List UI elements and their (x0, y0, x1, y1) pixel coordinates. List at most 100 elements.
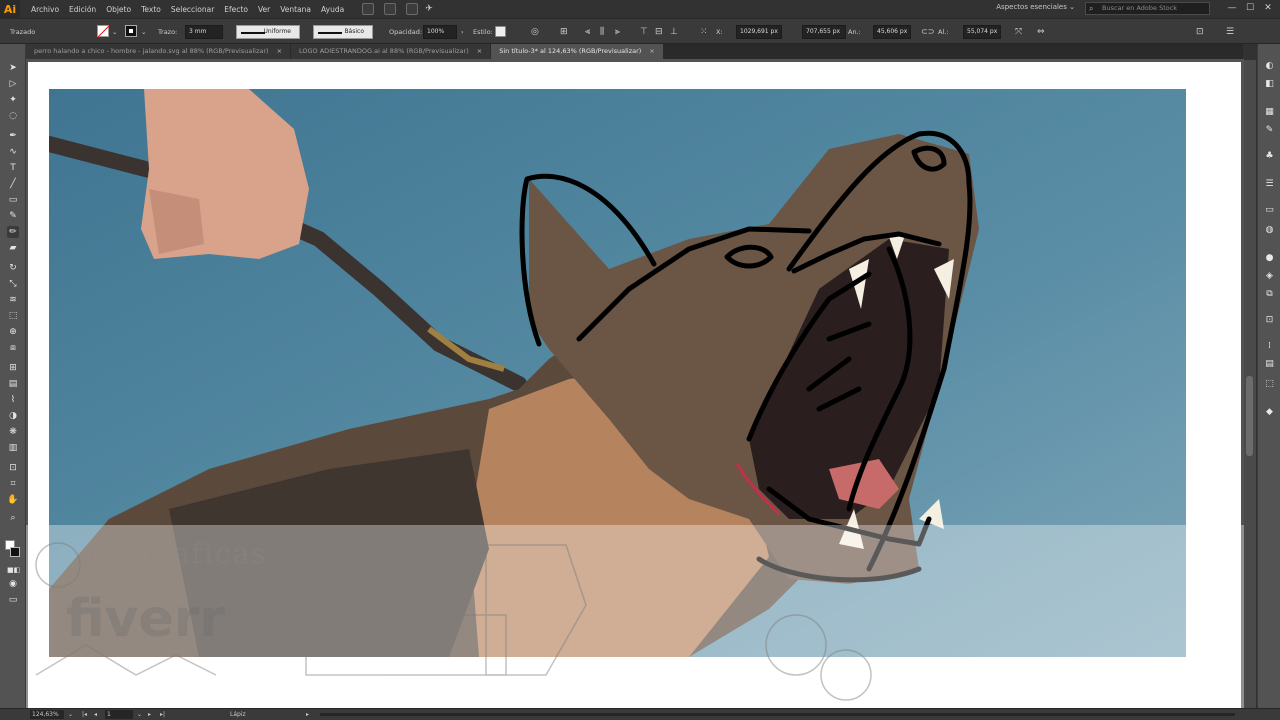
gradient-panel-icon[interactable]: ▭ (1263, 204, 1276, 217)
minimize-icon[interactable]: — (1224, 1, 1240, 15)
tab-sin-titulo-3[interactable]: Sin título-3* al 124,63% (RGB/Previsuali… (491, 44, 664, 59)
menu-edicion[interactable]: Edición (64, 5, 101, 14)
stroke-weight-field[interactable]: 3 mm (185, 25, 223, 39)
chevron-down-icon[interactable]: ⌄ (68, 710, 73, 719)
last-artboard-icon[interactable]: ▸| (160, 710, 165, 719)
tab-perro-halando[interactable]: perro halando a chico - hombre - jalando… (26, 44, 292, 59)
appearance-icon[interactable]: ● (1263, 252, 1276, 265)
graphic-style-swatch[interactable] (495, 26, 506, 37)
align-bottom-icon[interactable]: ⊥ (670, 25, 678, 39)
menu-efecto[interactable]: Efecto (219, 5, 253, 14)
opacity-field[interactable]: 100% (423, 25, 457, 39)
align-vcenter-icon[interactable]: ⊟ (655, 25, 663, 39)
variable-width-profile[interactable]: Uniforme (236, 25, 300, 39)
chevron-down-icon[interactable]: ⌄ (141, 25, 146, 39)
stock-icon[interactable] (384, 3, 397, 15)
artboard-number[interactable]: 1 (105, 710, 133, 719)
y-field[interactable]: 707,655 px (802, 25, 846, 39)
stroke-swatch[interactable] (125, 25, 137, 37)
menu-archivo[interactable]: Archivo (26, 5, 64, 14)
pathfinder-icon[interactable]: ▤ (1263, 358, 1276, 371)
gpu-performance-icon[interactable]: ✈ (425, 4, 433, 14)
isolate-icon[interactable]: ⇔ (1037, 25, 1045, 39)
fill-swatch[interactable] (97, 25, 109, 37)
chevron-right-icon[interactable]: › (461, 25, 464, 39)
panel-menu-icon[interactable]: ☰ (1226, 25, 1234, 39)
color-icon[interactable]: ◐ (1263, 60, 1276, 73)
symbol-sprayer-icon[interactable]: ❋ (7, 426, 19, 438)
tab-logo-adiestrandog[interactable]: LOGO ADIESTRANDOG.ai al 88% (RGB/Previsu… (291, 44, 492, 59)
swatches-icon[interactable]: ▦ (1263, 106, 1276, 119)
chevron-down-icon[interactable]: ⌄ (112, 25, 117, 39)
color-mode-icon[interactable]: ■◧ (7, 564, 20, 576)
close-tab-icon[interactable]: × (477, 47, 482, 55)
align-top-icon[interactable]: ⊤ (640, 25, 648, 39)
line-icon[interactable]: ╱ (7, 178, 19, 190)
free-transform-icon[interactable]: ⬚ (7, 310, 19, 322)
draw-mode-icon[interactable]: ◉ (7, 578, 19, 590)
chevron-right-icon[interactable]: ▸ (306, 710, 309, 719)
type-icon[interactable]: T (7, 162, 19, 174)
canvas-area[interactable]: tusgraficas fiverr (26, 59, 1244, 708)
lasso-icon[interactable]: ◌ (7, 110, 19, 122)
maximize-icon[interactable]: ☐ (1242, 1, 1258, 15)
height-field[interactable]: 55,074 px (963, 25, 1001, 39)
workspace-switcher[interactable]: Aspectos esenciales ⌄ (996, 3, 1075, 11)
transparency-icon[interactable]: ◍ (1263, 224, 1276, 237)
libraries-icon[interactable]: ◆ (1263, 406, 1276, 419)
pen-icon[interactable]: ✒ (7, 130, 19, 142)
menu-seleccionar[interactable]: Seleccionar (166, 5, 219, 14)
align-hcenter-icon[interactable]: ⫼ (600, 25, 604, 39)
artboard-icon[interactable]: ⊡ (7, 462, 19, 474)
scale-icon[interactable]: ⤡ (7, 278, 19, 290)
first-artboard-icon[interactable]: |◂ (82, 710, 87, 719)
pencil-icon[interactable]: ✏ (7, 226, 19, 238)
scrollbar-thumb[interactable] (1246, 376, 1253, 456)
horizontal-scrollbar[interactable] (320, 713, 1235, 716)
curvature-icon[interactable]: ∿ (7, 146, 19, 158)
close-tab-icon[interactable]: × (649, 47, 654, 55)
gradient-icon[interactable]: ▤ (7, 378, 19, 390)
menu-objeto[interactable]: Objeto (101, 5, 136, 14)
menu-ayuda[interactable]: Ayuda (316, 5, 349, 14)
slice-icon[interactable]: ⌗ (7, 478, 19, 490)
menu-ver[interactable]: Ver (253, 5, 275, 14)
eyedropper-icon[interactable]: ⌇ (7, 394, 19, 406)
brush-definition[interactable]: Básico (313, 25, 373, 39)
rotate-icon[interactable]: ↻ (7, 262, 19, 274)
prev-artboard-icon[interactable]: ◂ (94, 710, 97, 719)
stroke-icon[interactable]: ☰ (1263, 178, 1276, 191)
arrange-icon[interactable]: ⊡ (1196, 25, 1204, 39)
graph-icon[interactable]: ▥ (7, 442, 19, 454)
hand-icon[interactable]: ✋ (7, 494, 19, 506)
transform-icon[interactable]: ⤧ (1015, 25, 1022, 39)
reference-point-icon[interactable]: ⁙ (700, 25, 708, 39)
bridge-icon[interactable] (362, 3, 375, 15)
perspective-icon[interactable]: ⧈ (7, 342, 19, 354)
blend-icon[interactable]: ◑ (7, 410, 19, 422)
color-guide-icon[interactable]: ◧ (1263, 78, 1276, 91)
rectangle-icon[interactable]: ▭ (7, 194, 19, 206)
align-right-icon[interactable]: ⫸ (615, 25, 620, 39)
menu-texto[interactable]: Texto (136, 5, 166, 14)
close-tab-icon[interactable]: × (277, 47, 282, 55)
eraser-icon[interactable]: ▰ (7, 242, 19, 254)
symbols-icon[interactable]: ♣ (1263, 150, 1276, 163)
x-field[interactable]: 1029,691 px (736, 25, 782, 39)
magic-wand-icon[interactable]: ✦ (7, 94, 19, 106)
zoom-level[interactable]: 124,63% (30, 710, 64, 719)
brushes-icon[interactable]: ✎ (1263, 124, 1276, 137)
warp-icon[interactable]: ≋ (7, 294, 19, 306)
layers-icon[interactable]: ⧉ (1263, 288, 1276, 301)
direct-selection-icon[interactable]: ▷ (7, 78, 19, 90)
close-icon[interactable]: ✕ (1260, 1, 1276, 15)
mesh-icon[interactable]: ⊞ (7, 362, 19, 374)
artboards-icon[interactable]: ⊡ (1263, 314, 1276, 327)
width-field[interactable]: 45,606 px (873, 25, 911, 39)
chevron-down-icon[interactable]: ⌄ (137, 710, 142, 719)
transform-icon[interactable]: ⬚ (1263, 378, 1276, 391)
align-icon[interactable]: ⊞ (560, 25, 568, 39)
stock-search-input[interactable]: ⌕ Buscar en Adobe Stock (1085, 2, 1210, 15)
menu-ventana[interactable]: Ventana (275, 5, 316, 14)
selection-icon[interactable]: ➤ (7, 62, 19, 74)
